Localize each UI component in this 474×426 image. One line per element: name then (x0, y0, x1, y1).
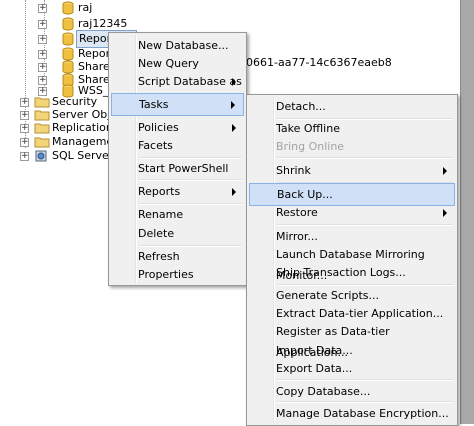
expand-icon[interactable]: + (20, 111, 29, 120)
menu-properties[interactable]: Properties (111, 264, 244, 285)
expand-icon[interactable]: + (38, 50, 47, 59)
menu-facets[interactable]: Facets (111, 135, 244, 156)
menu-manage-database-encryption[interactable]: Manage Database Encryption... (249, 403, 455, 424)
menu-script-database-as[interactable]: Script Database as (111, 71, 244, 92)
menu-register-data-tier-application[interactable]: Register as Data-tier Application... (249, 321, 455, 359)
folder-icon (34, 137, 50, 148)
menu-reports[interactable]: Reports (111, 181, 244, 202)
folder-icon (34, 110, 50, 121)
sql-agent-icon (35, 150, 47, 162)
expand-icon[interactable]: + (38, 63, 47, 72)
expand-icon[interactable]: + (38, 87, 47, 96)
expand-icon[interactable]: + (38, 4, 47, 13)
submenu-arrow-icon (232, 188, 236, 196)
database-icon (62, 32, 74, 46)
expand-icon[interactable]: + (20, 124, 29, 133)
database-icon (62, 1, 74, 15)
expand-icon[interactable]: + (20, 138, 29, 147)
submenu-arrow-icon (231, 101, 235, 109)
menu-separator (277, 157, 453, 159)
database-icon (62, 17, 74, 31)
menu-tasks[interactable]: Tasks (111, 93, 244, 116)
submenu-arrow-icon (443, 167, 447, 175)
menu-ship-transaction-logs[interactable]: Ship Transaction Logs... (249, 262, 455, 283)
database-icon (62, 60, 74, 74)
expand-icon[interactable]: + (20, 98, 29, 107)
menu-copy-database[interactable]: Copy Database... (249, 381, 455, 402)
submenu-arrow-icon (232, 124, 236, 132)
expand-icon[interactable]: + (38, 76, 47, 85)
folder-icon (34, 97, 50, 108)
vertical-scrollbar[interactable] (460, 0, 474, 424)
context-menu: New Database... New Query Script Databas… (108, 32, 247, 286)
submenu-arrow-icon (232, 78, 236, 86)
expand-icon[interactable]: + (20, 152, 29, 161)
menu-restore[interactable]: Restore (249, 202, 455, 223)
tasks-submenu: Detach... Take Offline Bring Online Shri… (246, 94, 458, 426)
folder-icon (34, 123, 50, 134)
menu-start-powershell[interactable]: Start PowerShell (111, 158, 244, 179)
menu-export-data[interactable]: Export Data... (249, 358, 455, 379)
expand-icon[interactable]: + (38, 35, 47, 44)
database-icon (62, 47, 74, 61)
menu-rename[interactable]: Rename (111, 204, 244, 225)
menu-delete[interactable]: Delete (111, 223, 244, 244)
menu-bring-online: Bring Online (276, 140, 345, 153)
menu-detach[interactable]: Detach... (249, 96, 455, 117)
submenu-arrow-icon (443, 209, 447, 217)
expand-icon[interactable]: + (38, 20, 47, 29)
menu-shrink[interactable]: Shrink (249, 160, 455, 181)
